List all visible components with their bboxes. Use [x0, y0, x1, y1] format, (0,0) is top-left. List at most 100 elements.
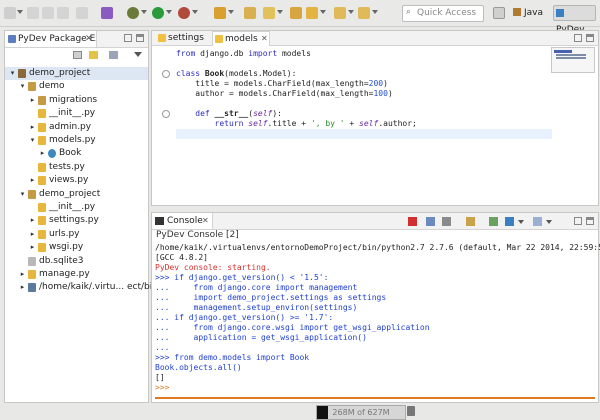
clear-console-icon[interactable] — [466, 217, 475, 226]
minimize-icon[interactable] — [574, 217, 582, 225]
collapse-arrow-icon[interactable]: ▸ — [29, 94, 36, 107]
scroll-lock-icon[interactable] — [489, 217, 498, 226]
expand-arrow-icon[interactable]: ▾ — [19, 80, 26, 93]
tree-item[interactable]: ▾ demo_project — [5, 67, 148, 80]
external-tools-dropdown-icon[interactable] — [228, 10, 234, 14]
tree-item[interactable]: ▸ wsgi.py — [5, 241, 148, 254]
tree-item[interactable]: ▸ views.py — [5, 174, 148, 187]
perspective-java-button[interactable]: Java — [513, 5, 551, 21]
minimize-icon[interactable] — [124, 34, 132, 42]
save-output-icon[interactable] — [426, 217, 435, 226]
debug-icon[interactable] — [127, 7, 139, 19]
display-console-dropdown-icon[interactable] — [518, 220, 524, 224]
display-console-icon[interactable] — [505, 217, 514, 226]
link-with-editor-icon[interactable] — [89, 51, 98, 59]
collapse-arrow-icon[interactable]: ▸ — [29, 121, 36, 134]
print-icon[interactable] — [57, 7, 69, 19]
tree-item[interactable]: ▾ demo — [5, 80, 148, 93]
toggle-mark-icon[interactable] — [76, 7, 88, 19]
class-fold-icon[interactable] — [162, 70, 170, 78]
collapse-arrow-icon[interactable]: ▸ — [29, 241, 36, 254]
code-line[interactable]: def __str__(self): — [176, 109, 282, 119]
debug-dropdown-icon[interactable] — [141, 10, 147, 14]
back-dropdown-icon[interactable] — [348, 10, 354, 14]
tab-console[interactable]: Console ✕ — [152, 213, 213, 229]
tree-item[interactable]: ▾ models.py — [5, 134, 148, 147]
collapse-arrow-icon[interactable]: ▸ — [29, 214, 36, 227]
open-perspective-icon[interactable] — [493, 7, 505, 19]
code-line[interactable]: from django.db import models — [176, 49, 311, 59]
tree-item[interactable]: tests.py — [5, 161, 148, 174]
collapse-all-icon[interactable] — [73, 51, 82, 59]
open-console-icon[interactable] — [533, 217, 542, 226]
collapse-arrow-icon[interactable]: ▸ — [29, 228, 36, 241]
new-file-icon[interactable] — [4, 7, 16, 19]
annotation-icon[interactable] — [263, 7, 275, 19]
annotation-dropdown-icon[interactable] — [277, 10, 283, 14]
tree-item[interactable]: ▸ /home/kaik/.virtu... ect/bin/ — [5, 281, 161, 294]
external-tools-icon[interactable] — [214, 7, 226, 19]
def-fold-icon[interactable] — [162, 110, 170, 118]
expand-arrow-icon[interactable]: ▾ — [19, 188, 26, 201]
minimap[interactable] — [551, 47, 595, 73]
tree-item[interactable]: ▸ Book — [5, 147, 148, 160]
code-line[interactable]: author = models.CharField(max_length=100… — [176, 89, 393, 99]
pydev-module-icon[interactable] — [101, 7, 113, 19]
coverage-dropdown-icon[interactable] — [192, 10, 198, 14]
close-icon[interactable]: ✕ — [202, 216, 209, 225]
forward-icon[interactable] — [358, 7, 370, 19]
collapse-arrow-icon[interactable]: ▸ — [19, 281, 26, 294]
prev-annotation-icon[interactable] — [306, 7, 318, 19]
search-tool-icon[interactable] — [244, 7, 256, 19]
expand-arrow-icon[interactable]: ▾ — [9, 67, 16, 80]
forward-dropdown-icon[interactable] — [372, 10, 378, 14]
tree-item[interactable]: db.sqlite3 — [5, 255, 148, 268]
maximize-icon[interactable] — [586, 217, 594, 225]
heap-status[interactable]: 268M of 627M — [316, 405, 406, 420]
filter-icon[interactable] — [109, 51, 118, 59]
terminate-icon[interactable] — [408, 217, 417, 226]
run-dropdown-icon[interactable] — [166, 10, 172, 14]
tree-item[interactable]: ▸ migrations — [5, 94, 148, 107]
open-console-dropdown-icon[interactable] — [546, 220, 552, 224]
minimize-icon[interactable] — [574, 34, 582, 42]
next-annotation-icon[interactable] — [290, 7, 302, 19]
run-icon[interactable] — [152, 7, 164, 19]
tree-item[interactable]: __init__.py — [5, 201, 148, 214]
save-icon[interactable] — [27, 7, 39, 19]
trash-icon[interactable] — [407, 406, 415, 416]
perspective-pydev-button[interactable]: PyDev — [553, 5, 596, 35]
tab-package-explorer[interactable]: PyDev Package Ex — [5, 31, 97, 47]
editor-tabbar: settings models ✕ — [152, 31, 598, 46]
quick-access-input[interactable]: ⌕ Quick Access — [402, 5, 484, 22]
tab-settings[interactable]: settings — [156, 31, 218, 45]
tree-item[interactable]: ▸ urls.py — [5, 228, 148, 241]
new-file-dropdown-icon[interactable] — [17, 10, 23, 14]
expand-arrow-icon[interactable]: ▾ — [29, 134, 36, 147]
collapse-arrow-icon[interactable]: ▸ — [29, 174, 36, 187]
collapse-arrow-icon[interactable]: ▸ — [39, 147, 46, 160]
code-area[interactable]: from django.db import models class Book(m… — [152, 46, 598, 204]
tree-item[interactable]: ▸ admin.py — [5, 121, 148, 134]
view-menu-icon[interactable] — [134, 52, 142, 57]
tree-item[interactable]: ▸ manage.py — [5, 268, 148, 281]
save-all-icon[interactable] — [42, 7, 54, 19]
tree-item-label: views.py — [49, 175, 89, 186]
code-line[interactable]: title = models.CharField(max_length=200) — [176, 79, 388, 89]
prev-annotation-dropdown-icon[interactable] — [320, 10, 326, 14]
code-line[interactable]: return self.title + ', by ' + self.autho… — [176, 119, 417, 129]
close-icon[interactable]: ✕ — [261, 32, 268, 46]
collapse-arrow-icon[interactable]: ▸ — [19, 268, 26, 281]
tree-item[interactable]: __init__.py — [5, 107, 148, 120]
tree-item[interactable]: ▾ demo_project — [5, 188, 148, 201]
maximize-icon[interactable] — [586, 34, 594, 42]
maximize-icon[interactable] — [136, 34, 144, 42]
tab-models[interactable]: models ✕ — [212, 31, 270, 46]
close-icon[interactable]: ✕ — [85, 34, 93, 44]
console-line: ... management.setup_environ(settings) — [155, 303, 358, 312]
code-line[interactable]: class Book(models.Model): — [176, 69, 296, 79]
back-icon[interactable] — [334, 7, 346, 19]
coverage-icon[interactable] — [178, 7, 190, 19]
remove-launch-icon[interactable] — [442, 217, 451, 226]
tree-item[interactable]: ▸ settings.py — [5, 214, 148, 227]
